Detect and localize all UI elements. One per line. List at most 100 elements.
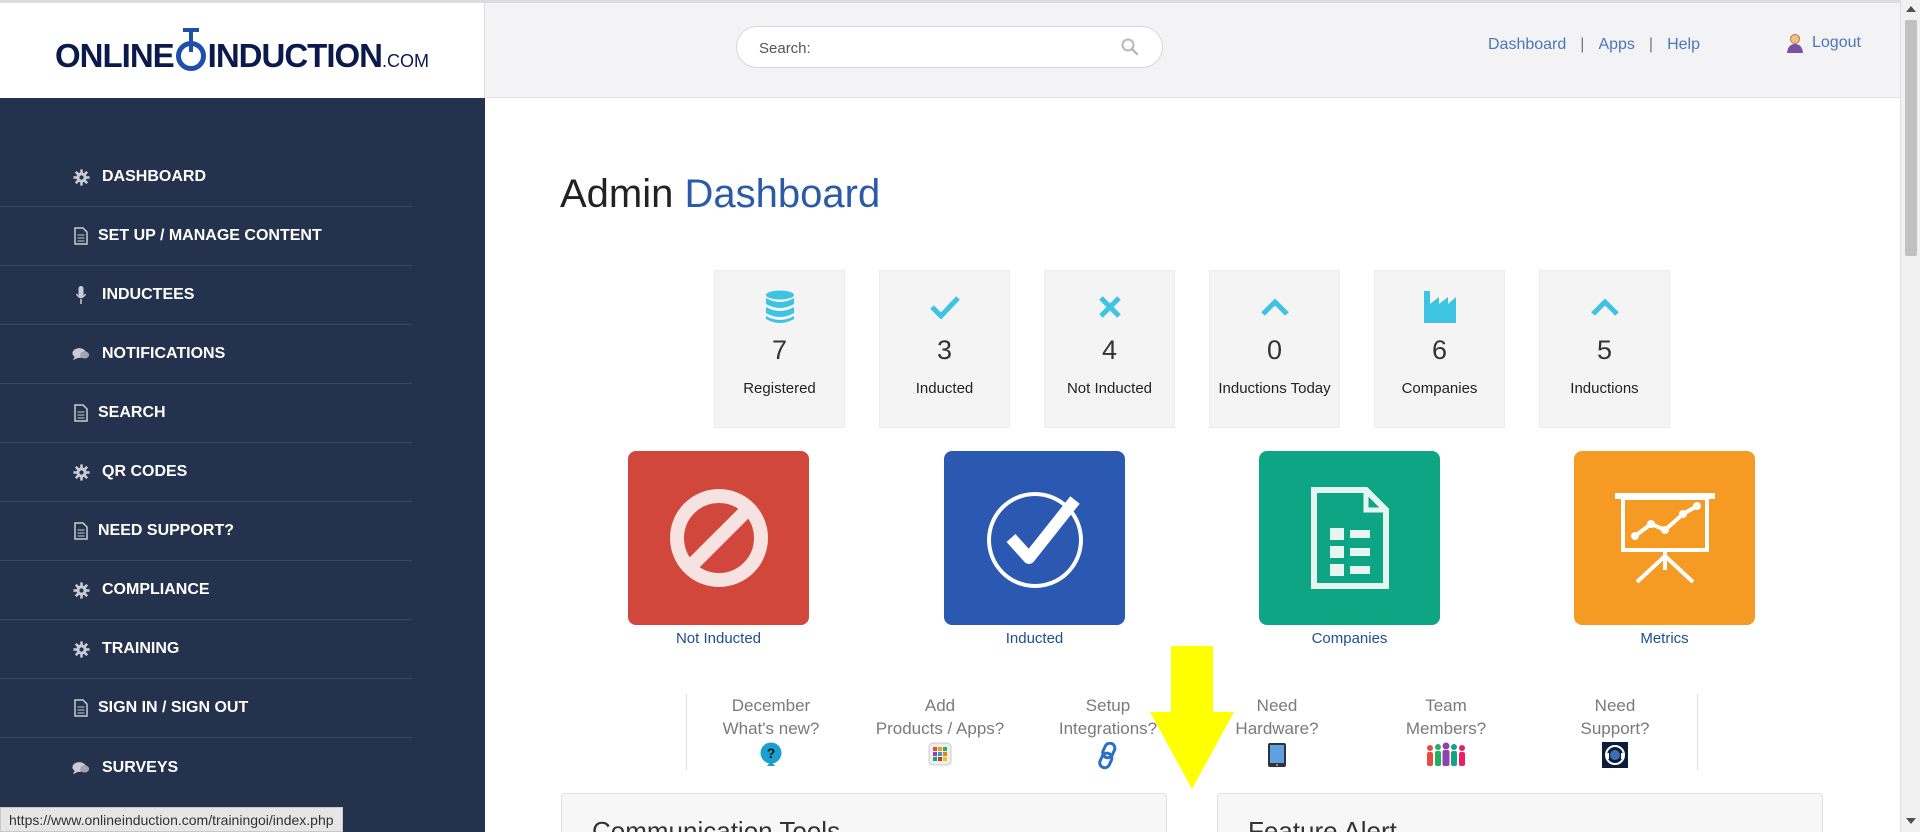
chat-icon bbox=[72, 759, 90, 777]
sidebar-item-sign-in-sign-out[interactable]: SIGN IN / SIGN OUT bbox=[0, 679, 412, 738]
site-logo[interactable]: ONLINE INDUCTION.COM bbox=[50, 14, 434, 97]
chat-icon bbox=[72, 345, 90, 363]
stat-label: Inductions bbox=[1570, 380, 1639, 397]
gear-icon bbox=[72, 168, 90, 186]
document-icon bbox=[72, 522, 90, 540]
document-icon bbox=[72, 227, 90, 245]
panel-title: Communication Tools bbox=[592, 816, 841, 832]
chevron-up-icon bbox=[1210, 289, 1339, 325]
tile-inducted[interactable] bbox=[944, 451, 1125, 625]
user-icon bbox=[1787, 34, 1803, 53]
stat-label: Inducted bbox=[915, 380, 974, 397]
stat-card-registered[interactable]: 7 Registered bbox=[714, 270, 845, 428]
top-nav-links: Dashboard | Apps | Help bbox=[1488, 36, 1700, 54]
stat-card-inductions-today[interactable]: 0 Inductions Today bbox=[1209, 270, 1340, 428]
sidebar-item-label: COMPLIANCE bbox=[102, 581, 210, 598]
help-need-support[interactable]: Need Support? bbox=[1540, 694, 1690, 768]
stat-value: 0 bbox=[1266, 335, 1283, 365]
sidebar-item-surveys[interactable]: SURVEYS bbox=[0, 738, 412, 797]
stat-value: 5 bbox=[1596, 335, 1613, 365]
nav-link-help[interactable]: Help bbox=[1667, 36, 1700, 53]
sidebar-item-inductees[interactable]: INDUCTEES bbox=[0, 266, 412, 325]
nav-link-dashboard[interactable]: Dashboard bbox=[1488, 36, 1566, 53]
scroll-thumb[interactable] bbox=[1905, 20, 1917, 256]
sidebar-item-compliance[interactable]: COMPLIANCE bbox=[0, 561, 412, 620]
stat-label: Inductions Today bbox=[1218, 380, 1331, 397]
sidebar-item-label: NEED SUPPORT? bbox=[98, 522, 235, 539]
help-whats-new[interactable]: December What's new? ? bbox=[696, 694, 846, 768]
help-add-products-apps[interactable]: Add Products / Apps? bbox=[865, 694, 1015, 766]
tile-label-companies[interactable]: Companies bbox=[1259, 630, 1440, 647]
help-team-members[interactable]: Team Members? bbox=[1371, 694, 1521, 768]
search-input[interactable] bbox=[759, 37, 1089, 59]
presentation-board-icon bbox=[1614, 493, 1715, 584]
document-icon bbox=[72, 699, 90, 717]
stat-value: 4 bbox=[1101, 335, 1118, 365]
page-scrollbar[interactable] bbox=[1900, 0, 1920, 832]
page-title: Admin Dashboard bbox=[560, 172, 880, 217]
microphone-icon bbox=[72, 286, 90, 304]
scroll-down-arrow-icon[interactable] bbox=[1906, 818, 1916, 824]
logout-link[interactable]: Logout bbox=[1786, 33, 1861, 53]
tile-metrics[interactable] bbox=[1574, 451, 1755, 625]
page-title-accent: Dashboard bbox=[684, 172, 881, 216]
question-icon: ? bbox=[696, 742, 846, 768]
checkmark-icon bbox=[880, 289, 1009, 325]
stat-label: Not Inducted bbox=[1066, 380, 1153, 397]
gear-icon bbox=[72, 581, 90, 599]
document-list-icon bbox=[1310, 487, 1389, 589]
sidebar-item-label: TRAINING bbox=[102, 640, 180, 657]
sidebar-item-dashboard[interactable]: DASHBOARD bbox=[0, 148, 412, 207]
tile-label-not-inducted[interactable]: Not Inducted bbox=[628, 630, 809, 647]
sidebar: DASHBOARD SET UP / MANAGE CONTENT INDUCT… bbox=[0, 98, 485, 832]
logout-label: Logout bbox=[1812, 34, 1861, 51]
chevron-up-icon bbox=[1540, 289, 1669, 325]
nav-separator: | bbox=[1648, 36, 1654, 53]
sidebar-item-need-support[interactable]: NEED SUPPORT? bbox=[0, 502, 412, 561]
stat-value: 6 bbox=[1431, 335, 1448, 365]
tile-not-inducted[interactable] bbox=[628, 451, 809, 625]
sidebar-item-label: SURVEYS bbox=[102, 758, 179, 776]
stat-card-inducted[interactable]: 3 Inducted bbox=[879, 270, 1010, 428]
prohibited-icon bbox=[669, 489, 768, 587]
stat-card-not-inducted[interactable]: 4 Not Inducted bbox=[1044, 270, 1175, 428]
page-title-plain: Admin bbox=[560, 172, 674, 216]
search-icon[interactable] bbox=[1120, 37, 1140, 57]
scroll-up-arrow-icon[interactable] bbox=[1906, 6, 1916, 12]
check-circle-icon bbox=[986, 492, 1083, 588]
apps-grid-icon bbox=[865, 742, 1015, 766]
tile-label-inducted[interactable]: Inducted bbox=[944, 630, 1125, 647]
sidebar-item-qr-codes[interactable]: QR CODES bbox=[0, 443, 412, 502]
stat-card-inductions[interactable]: 5 Inductions bbox=[1539, 270, 1670, 428]
database-icon bbox=[715, 289, 844, 325]
gear-icon bbox=[72, 640, 90, 658]
document-icon bbox=[72, 404, 90, 422]
sidebar-item-training[interactable]: TRAINING bbox=[0, 620, 412, 679]
panel-title: Feature Alert bbox=[1248, 816, 1397, 832]
logo-text-induction: INDUCTION bbox=[207, 36, 383, 74]
nav-link-apps[interactable]: Apps bbox=[1598, 36, 1634, 53]
sidebar-item-setup-manage-content[interactable]: SET UP / MANAGE CONTENT bbox=[0, 207, 412, 266]
stat-label: Companies bbox=[1401, 380, 1478, 397]
stat-card-companies[interactable]: 6 Companies bbox=[1374, 270, 1505, 428]
tile-companies[interactable] bbox=[1259, 451, 1440, 625]
stat-value: 7 bbox=[771, 335, 788, 365]
sidebar-item-label: SEARCH bbox=[98, 404, 166, 421]
logo-area: ONLINE INDUCTION.COM bbox=[0, 3, 485, 101]
sidebar-item-notifications[interactable]: NOTIFICATIONS bbox=[0, 325, 412, 384]
tile-label-metrics[interactable]: Metrics bbox=[1574, 630, 1755, 647]
team-icon bbox=[1371, 742, 1521, 768]
panel-communication-tools: Communication Tools bbox=[561, 793, 1167, 832]
sidebar-item-label: DASHBOARD bbox=[102, 168, 206, 185]
sidebar-item-label: INDUCTEES bbox=[102, 286, 195, 303]
sidebar-item-label: NOTIFICATIONS bbox=[102, 345, 226, 362]
sidebar-item-label: SET UP / MANAGE CONTENT bbox=[98, 227, 322, 244]
sidebar-item-label: SIGN IN / SIGN OUT bbox=[98, 699, 249, 716]
nav-separator: | bbox=[1580, 36, 1585, 53]
sidebar-item-search[interactable]: SEARCH bbox=[0, 384, 412, 443]
cross-icon bbox=[1045, 289, 1174, 325]
panel-feature-alert: Feature Alert bbox=[1217, 793, 1823, 832]
factory-icon bbox=[1375, 289, 1504, 325]
stat-label: Registered bbox=[743, 380, 816, 397]
annotation-arrow-icon bbox=[1150, 646, 1234, 789]
